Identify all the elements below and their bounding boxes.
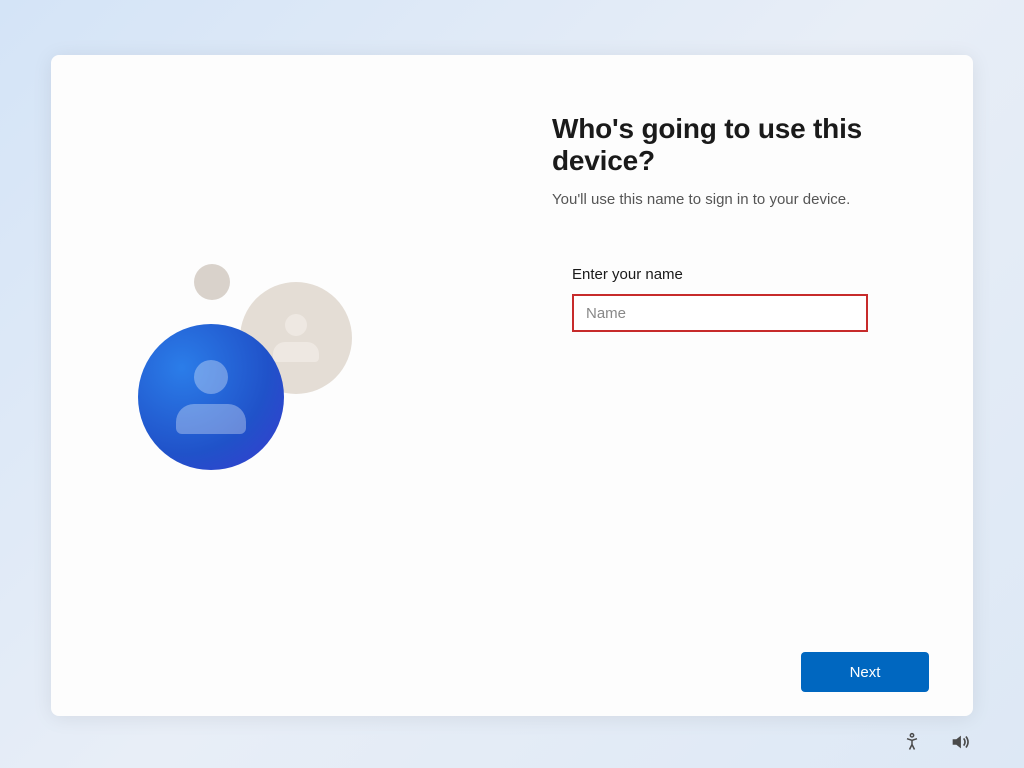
decorative-avatar-large: [138, 324, 284, 470]
system-tray: [900, 730, 972, 754]
page-subtitle: You'll use this name to sign in to your …: [552, 191, 933, 208]
name-input[interactable]: [572, 294, 868, 332]
next-button[interactable]: Next: [801, 652, 929, 692]
name-form-group: Enter your name: [552, 266, 933, 332]
illustration-pane: [51, 55, 512, 716]
volume-icon[interactable]: [948, 730, 972, 754]
setup-card: Who's going to use this device? You'll u…: [51, 55, 973, 716]
page-title: Who's going to use this device?: [552, 113, 933, 177]
form-pane: Who's going to use this device? You'll u…: [512, 55, 973, 716]
name-field-label: Enter your name: [572, 266, 933, 283]
accessibility-icon[interactable]: [900, 730, 924, 754]
user-illustration: [132, 246, 432, 526]
decorative-circle-small: [194, 264, 230, 300]
